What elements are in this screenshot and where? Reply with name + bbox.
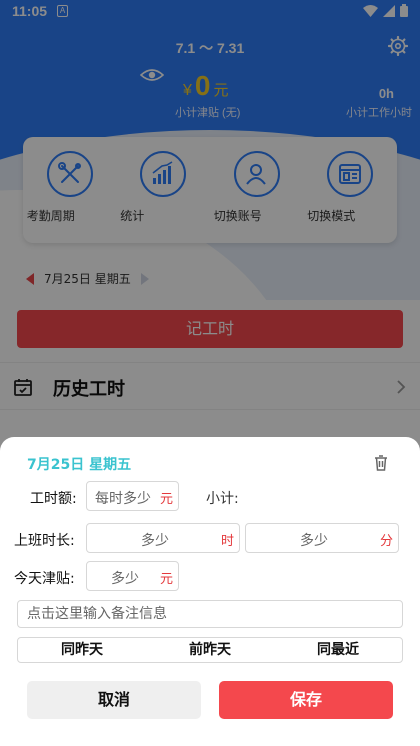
daily-subsidy-unit: 元 (159, 572, 173, 587)
cancel-button[interactable]: 取消 (27, 681, 201, 719)
day-before-yesterday-button[interactable]: 前昨天 (146, 638, 274, 662)
hourly-rate-placeholder: 每时多少 (95, 491, 151, 507)
daily-subsidy-label: 今天津贴: (14, 571, 75, 587)
work-minutes-placeholder: 多少 (300, 533, 328, 549)
work-duration-label: 上班时长: (14, 533, 75, 549)
work-hours-input[interactable]: 多少 时 (86, 523, 240, 553)
trash-icon[interactable] (374, 455, 388, 471)
save-button[interactable]: 保存 (219, 681, 393, 719)
work-minutes-unit: 分 (379, 534, 393, 549)
quick-fill-bar: 同昨天 前昨天 同最近 (17, 637, 403, 663)
subtotal-label: 小计: (206, 491, 239, 507)
hourly-rate-input[interactable]: 每时多少 元 (86, 481, 179, 511)
daily-subsidy-input[interactable]: 多少 元 (86, 561, 179, 591)
same-as-recent-button[interactable]: 同最近 (274, 638, 402, 662)
work-hours-placeholder: 多少 (141, 533, 169, 549)
note-input[interactable]: 点击这里输入备注信息 (17, 600, 403, 628)
dialog-date: 7月25日 星期五 (27, 457, 132, 473)
work-minutes-input[interactable]: 多少 分 (245, 523, 399, 553)
record-hours-dialog: 7月25日 星期五 工时额: 每时多少 元 小计: 上班时长: 多少 时 多少 … (0, 437, 420, 746)
hourly-rate-unit: 元 (159, 492, 173, 507)
daily-subsidy-placeholder: 多少 (111, 571, 139, 587)
quota-label: 工时额: (30, 491, 77, 507)
work-hours-unit: 时 (220, 534, 234, 549)
same-as-yesterday-button[interactable]: 同昨天 (18, 638, 146, 662)
